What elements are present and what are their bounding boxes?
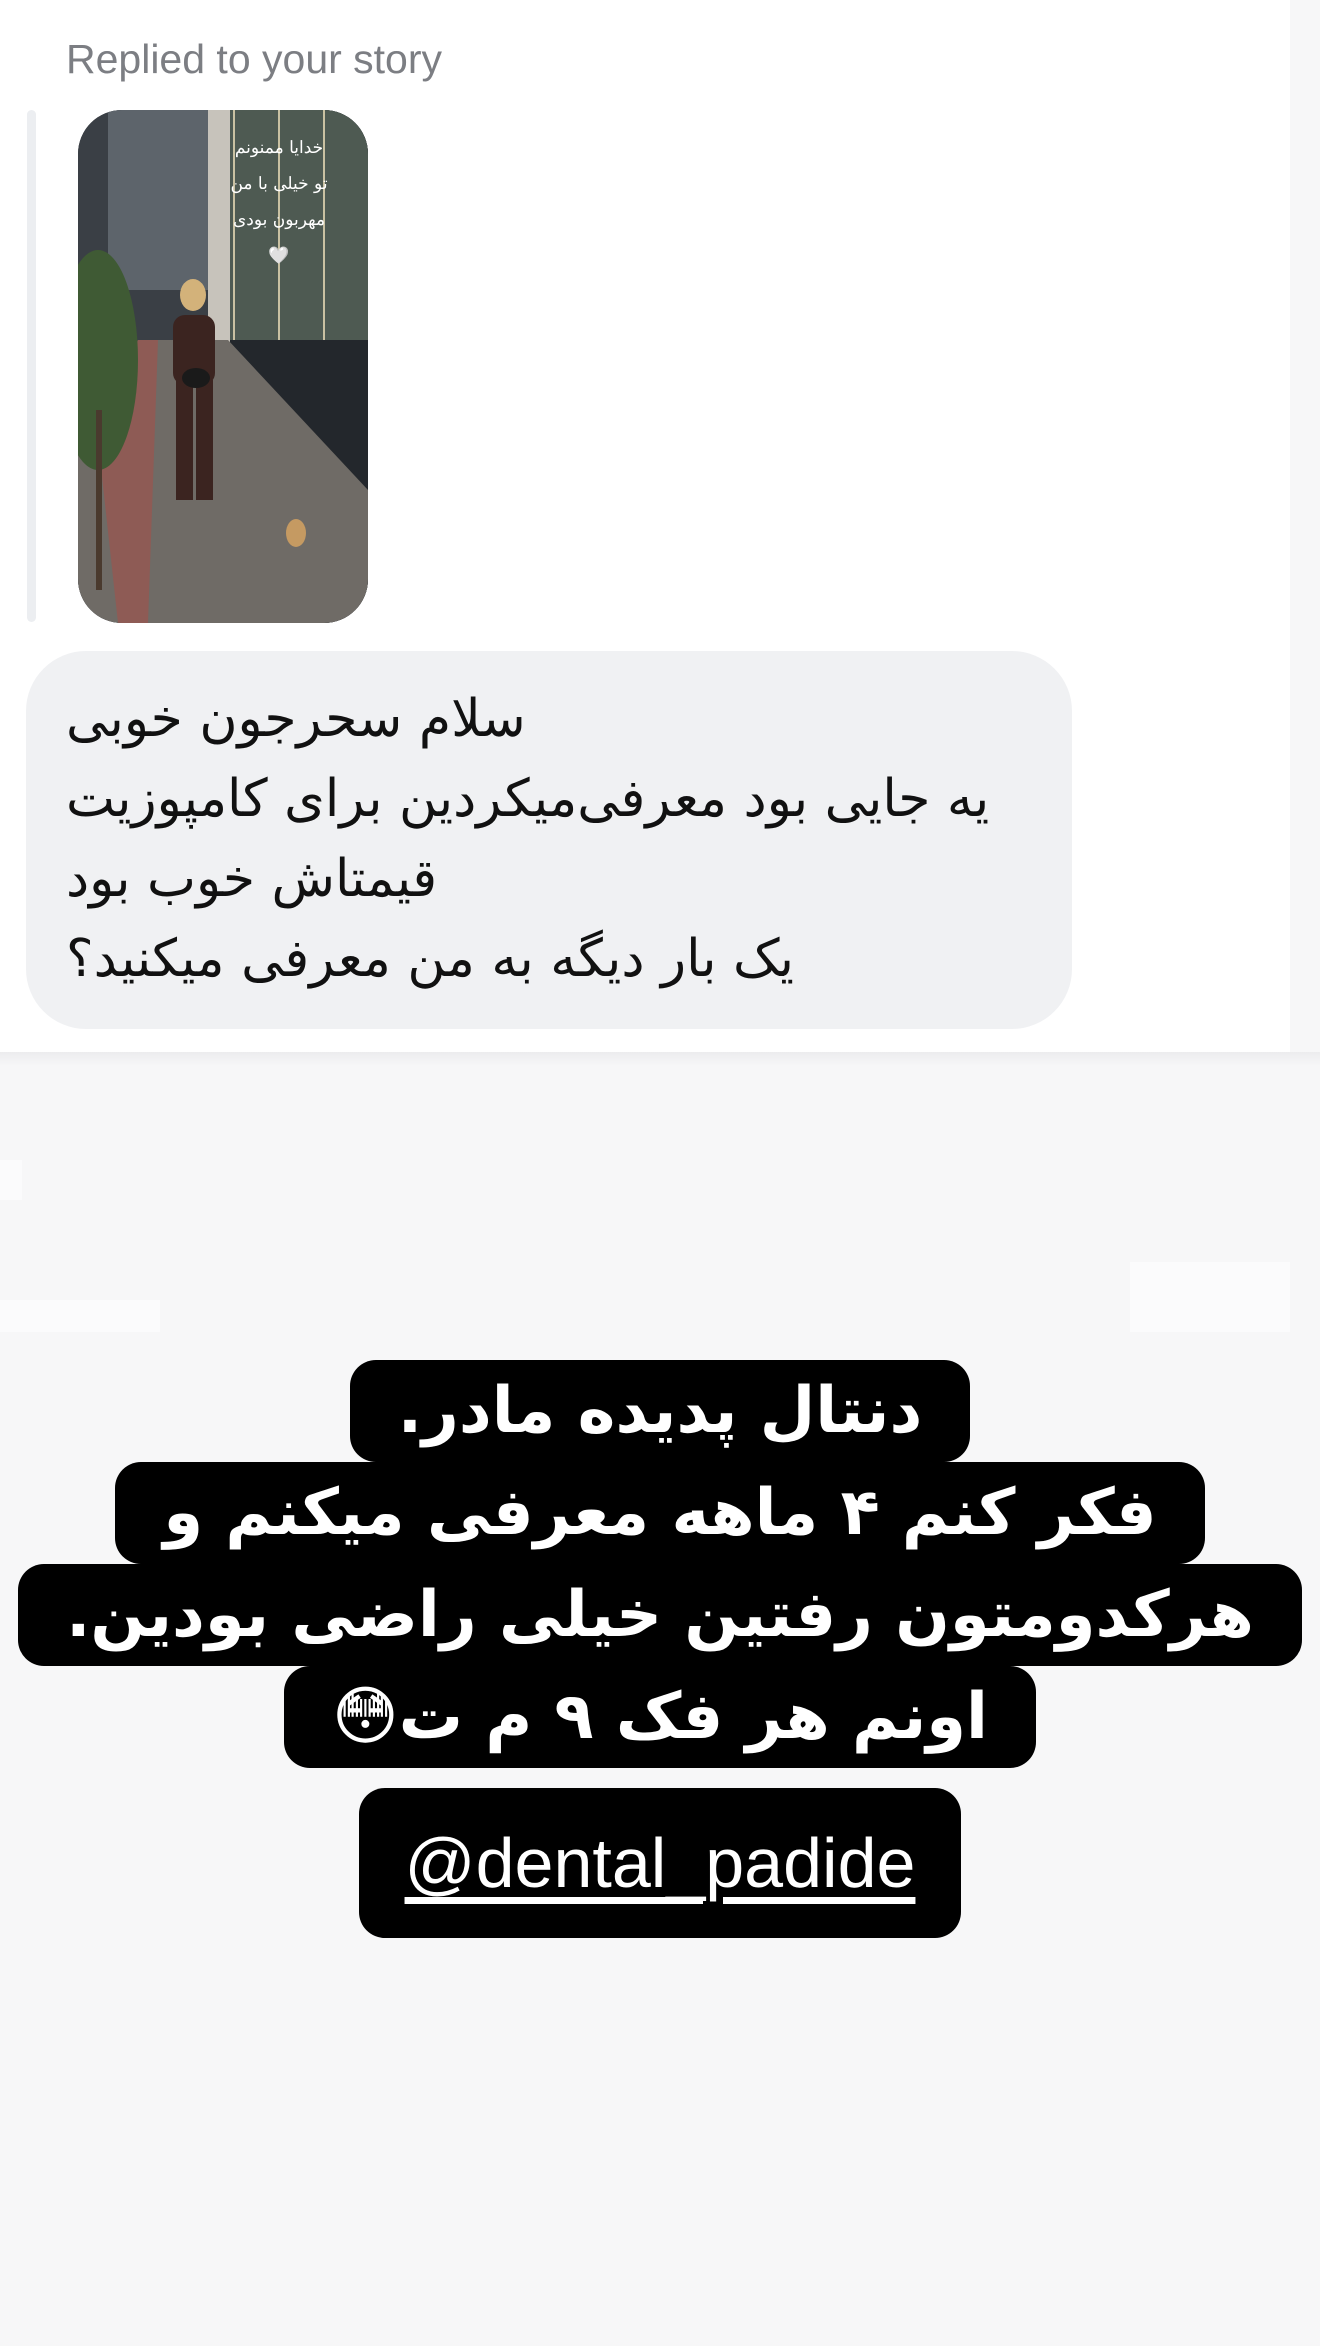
story-thumbnail[interactable]: خدایا ممنونم تو خیلی با من مهربون بودی 🤍 [78,110,368,623]
story-overlay-line: تو خیلی با من [230,174,328,194]
message-line: سلام سحرجون خوبی [66,689,526,749]
replied-to-story-label: Replied to your story [66,36,443,82]
story-overlay-text: خدایا ممنونم تو خیلی با من مهربون بودی 🤍 [214,130,344,274]
background-shape [0,1160,22,1200]
caption-line: اونم هر فک ۹ م ت😳 [284,1666,1036,1768]
mention-sticker[interactable]: @dental_padide [358,1788,962,1938]
story-overlay-line: خدایا ممنونم [234,138,324,158]
message-line: یه جایی بود معرفی‌میکردین برای کامپوزیت [66,769,990,829]
caption-line: فکر کنم ۴ ماهه معرفی میکنم و [115,1462,1205,1564]
message-line: یک بار دیگه به من معرفی میکنید؟ [66,929,794,989]
story-overlay-line: مهربون بودی [232,210,326,230]
white-heart-emoji: 🤍 [268,246,290,266]
caption-line: دنتال پدیده مادر. [349,1360,971,1462]
reply-indicator-bar [27,110,36,622]
caption-line: هرکدومتون رفتین خیلی راضی بودین. [18,1564,1302,1666]
background-shape [0,1300,160,1332]
story-caption: دنتال پدیده مادر. فکر کنم ۴ ماهه معرفی م… [0,1360,1320,1938]
background-shape [1130,1262,1290,1332]
screenshot-edge [0,1052,1320,1066]
dm-screenshot-area: Replied to your story خدایا ممنونم تو خی [0,0,1290,1066]
message-line: قیمتاش خوب بود [66,849,438,909]
message-bubble[interactable]: سلام سحرجون خوبی یه جایی بود معرفی‌میکرد… [26,651,1072,1029]
